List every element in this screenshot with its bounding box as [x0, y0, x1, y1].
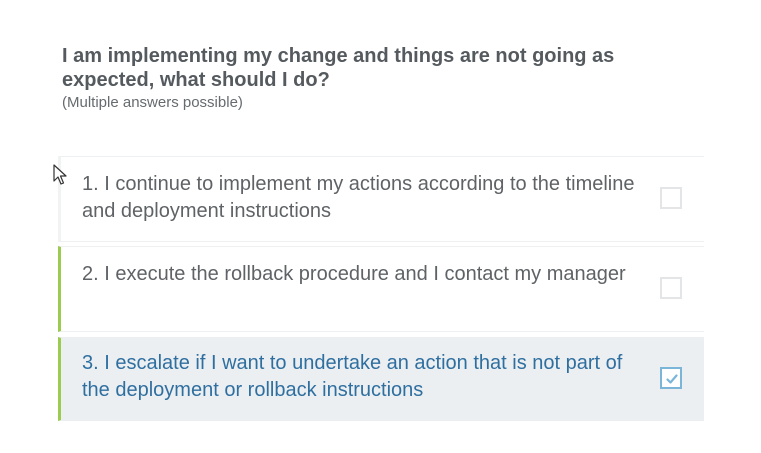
check-icon [666, 374, 678, 384]
answer-option-label: 3. I escalate if I want to undertake an … [82, 352, 623, 401]
quiz-page: I am implementing my change and things a… [0, 0, 761, 453]
cursor-icon [53, 164, 67, 185]
answer-checkbox-3[interactable] [660, 367, 682, 389]
answer-option-label: 2. I execute the rollback procedure and … [82, 263, 626, 285]
answer-option-label: 1. I continue to implement my actions ac… [82, 173, 635, 222]
answer-option-3[interactable]: 3. I escalate if I want to undertake an … [58, 337, 704, 421]
answer-checkbox-1[interactable] [660, 187, 682, 209]
answer-checkbox-2[interactable] [660, 277, 682, 299]
question-title: I am implementing my change and things a… [62, 45, 615, 91]
question-hint: (Multiple answers possible) [62, 94, 243, 111]
answer-option-1[interactable]: 1. I continue to implement my actions ac… [58, 156, 704, 242]
answer-option-2[interactable]: 2. I execute the rollback procedure and … [58, 246, 704, 332]
